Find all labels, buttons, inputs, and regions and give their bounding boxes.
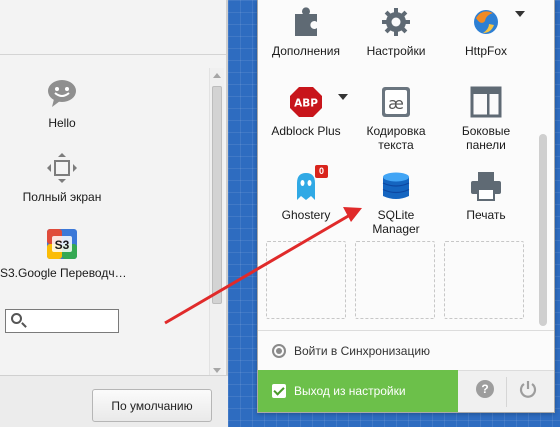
s3-translate-icon: S3 (47, 229, 77, 259)
adblock-dropdown-icon[interactable] (338, 94, 348, 100)
puzzle-icon (295, 7, 317, 37)
exit-customize-button[interactable]: Выход из настройки (258, 370, 458, 412)
menu-item-httpfox[interactable]: HttpFox (446, 6, 526, 58)
menu-item-label: SQLite Manager (372, 208, 420, 236)
printer-icon (471, 172, 501, 201)
menu-item-addons[interactable]: Дополнения (266, 6, 346, 58)
palette-item-fullscreen[interactable]: Полный экран (14, 152, 110, 204)
sqlite-icon (382, 172, 410, 199)
panel-scrollbar[interactable] (537, 8, 549, 328)
menu-item-label: Ghostery (281, 208, 331, 222)
svg-text:S3: S3 (55, 238, 70, 252)
empty-slot[interactable] (355, 241, 435, 319)
panel-footer (458, 370, 554, 412)
help-button[interactable]: ? (476, 380, 494, 398)
palette-item-s3-translator[interactable]: S3 S3.Google Переводч… (0, 228, 127, 280)
palette-item-label: Полный экран (22, 190, 102, 204)
sync-signin-button[interactable]: Войти в Синхронизацию (258, 330, 554, 370)
palette-scrollbar[interactable] (209, 68, 224, 378)
menu-item-sidebars[interactable]: Боковые панели (446, 86, 526, 152)
encoding-glyph: æ (388, 94, 404, 113)
speech-bubble-icon (48, 80, 76, 107)
menu-item-settings[interactable]: Настройки (356, 6, 436, 58)
checkmark-icon (272, 384, 286, 398)
palette-item-label: S3.Google Переводч… (0, 266, 127, 280)
empty-slot[interactable] (444, 241, 524, 319)
footer-divider (506, 377, 507, 407)
menu-item-label: Печать (466, 208, 506, 222)
restore-defaults-button[interactable]: По умолчанию (92, 389, 212, 422)
menu-item-label: Дополнения (272, 44, 340, 58)
httpfox-icon (474, 10, 498, 34)
menu-item-label: Adblock Plus (271, 124, 341, 138)
scrollbar-thumb[interactable] (539, 134, 547, 326)
scrollbar-thumb[interactable] (212, 86, 222, 304)
menu-item-label: Кодировка текста (366, 124, 426, 152)
menu-item-text-encoding[interactable]: æ Кодировка текста (356, 86, 436, 152)
empty-slot[interactable] (266, 241, 346, 319)
sync-label: Войти в Синхронизацию (294, 343, 431, 358)
scroll-up-arrow-icon[interactable] (213, 73, 221, 78)
fullscreen-icon (47, 153, 77, 183)
scroll-down-arrow-icon[interactable] (213, 368, 221, 373)
encoding-icon: æ (382, 87, 410, 117)
gear-icon (382, 8, 410, 36)
sidebar-icon (470, 86, 502, 118)
palette-item-label: Hello (48, 116, 76, 130)
abp-badge-text: ABP (294, 98, 318, 110)
menu-item-print[interactable]: Печать (446, 170, 526, 222)
palette-top-divider (0, 54, 228, 55)
sync-icon (272, 343, 286, 358)
power-icon[interactable] (518, 379, 538, 399)
menu-item-adblock-plus[interactable]: ABP Adblock Plus (266, 86, 346, 138)
search-icon (11, 313, 22, 324)
menu-item-ghostery[interactable]: Ghostery (266, 170, 346, 222)
abp-icon: ABP (290, 87, 322, 117)
palette-item-hello[interactable]: Hello (36, 78, 88, 130)
customize-palette: Hello Полный экран S3 S3.Google Переводч… (0, 0, 228, 427)
ghostery-count-badge: 0 (315, 165, 328, 178)
httpfox-dropdown-icon[interactable] (515, 11, 525, 17)
menu-item-label: Настройки (366, 44, 426, 58)
menu-item-label: Боковые панели (461, 124, 511, 152)
menu-item-label: HttpFox (464, 44, 507, 58)
exit-customize-label: Выход из настройки (294, 384, 406, 398)
menu-item-sqlite-manager[interactable]: SQLite Manager (356, 170, 436, 236)
palette-search-field[interactable] (5, 309, 119, 333)
